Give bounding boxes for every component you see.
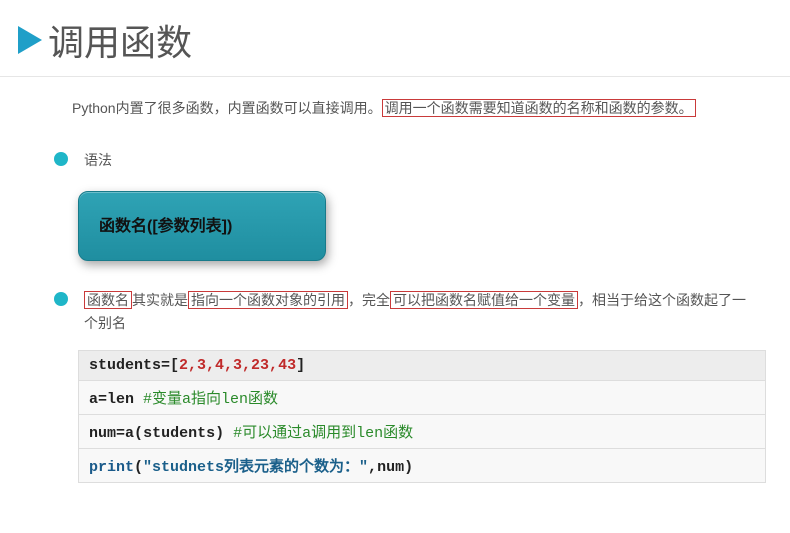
bullet-syntax-row: 语法 (0, 121, 790, 173)
intro-paragraph: Python内置了很多函数，内置函数可以直接调用。调用一个函数需要知道函数的名称… (0, 77, 790, 121)
explain-seg4: ，完全 (348, 292, 390, 308)
highlight-box-3: 可以把函数名赋值给一个变量 (390, 291, 578, 309)
code-identifier: a (125, 425, 134, 442)
code-identifier: num (377, 459, 404, 476)
code-identifier: len (107, 391, 134, 408)
highlight-box-1: 函数名 (84, 291, 132, 309)
syntax-box: 函数名([参数列表]) (78, 191, 326, 261)
code-string: "studnets列表元素的个数为：" (143, 459, 368, 476)
code-identifier: num (89, 425, 116, 442)
bullet-dot-icon (54, 292, 68, 306)
code-line-2: a=len #变量a指向len函数 (79, 381, 765, 415)
code-bracket: [ (170, 357, 179, 374)
code-identifier: a (89, 391, 98, 408)
bullet-explain-row: 函数名其实就是指向一个函数对象的引用，完全可以把函数名赋值给一个变量，相当于给这… (0, 261, 790, 337)
bullet-explain-text: 函数名其实就是指向一个函数对象的引用，完全可以把函数名赋值给一个变量，相当于给这… (84, 289, 750, 337)
highlight-box-2: 指向一个函数对象的引用 (188, 291, 348, 309)
code-block: students=[2,3,4,3,23,43] a=len #变量a指向len… (78, 350, 766, 483)
code-line-3: num=a(students) #可以通过a调用到len函数 (79, 415, 765, 449)
code-paren: ) (404, 459, 413, 476)
code-op: = (161, 357, 170, 374)
code-paren: ( (134, 459, 143, 476)
page-title: 调用函数 (48, 14, 192, 66)
code-bracket: ] (296, 357, 305, 374)
syntax-text: 函数名([参数列表]) (99, 212, 295, 236)
play-arrow-icon (18, 26, 42, 54)
code-op: = (98, 391, 107, 408)
code-paren: ( (134, 425, 143, 442)
code-identifier: students (89, 357, 161, 374)
code-comment: #可以通过a调用到len函数 (224, 425, 413, 442)
code-line-1: students=[2,3,4,3,23,43] (79, 351, 765, 381)
code-paren: ) (215, 425, 224, 442)
bullet-syntax-label: 语法 (84, 149, 112, 173)
code-line-4: print("studnets列表元素的个数为：",num) (79, 449, 765, 482)
intro-highlight-box: 调用一个函数需要知道函数的名称和函数的参数。 (382, 99, 696, 117)
syntax-box-wrap: 函数名([参数列表]) (0, 173, 790, 261)
code-numbers: 2,3,4,3,23,43 (179, 357, 296, 374)
explain-seg2: 其实就是 (132, 292, 188, 308)
bullet-dot-icon (54, 152, 68, 166)
code-function: print (89, 459, 134, 476)
code-comment: #变量a指向len函数 (134, 391, 278, 408)
code-op: = (116, 425, 125, 442)
title-row: 调用函数 (0, 0, 790, 76)
intro-text-pre: Python内置了很多函数，内置函数可以直接调用。 (72, 100, 382, 116)
code-identifier: students (143, 425, 215, 442)
code-comma: , (368, 459, 377, 476)
